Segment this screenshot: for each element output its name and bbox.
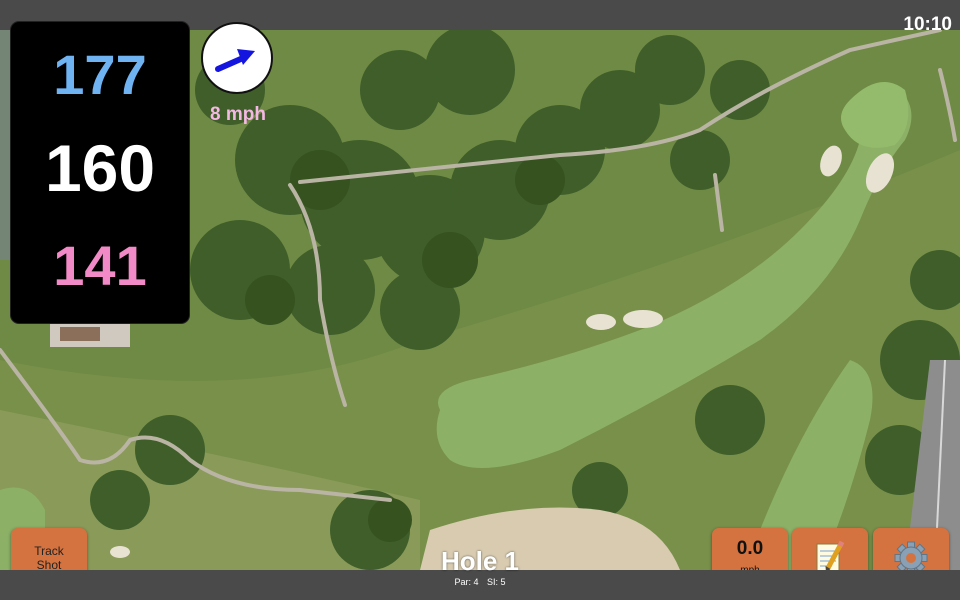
hole-title: Hole 1 xyxy=(440,546,520,576)
wind-direction-dial xyxy=(201,22,273,94)
par-label: Par: 4 xyxy=(454,577,479,587)
wind-speed-label: 8 mph xyxy=(210,104,266,125)
hole-info: Par: 4 SI: 5 xyxy=(380,577,580,587)
stroke-index-label: SI: 5 xyxy=(487,577,506,587)
yardage-panel: 177 160 141 xyxy=(11,22,189,323)
status-clock: 10:10 xyxy=(903,14,952,35)
wind-direction-arrow-icon xyxy=(215,49,255,72)
front-distance: 141 xyxy=(53,234,147,297)
speed-value: 0.0 xyxy=(736,538,764,559)
track-shot-label-line1: Track xyxy=(34,544,64,558)
back-distance: 177 xyxy=(53,43,147,106)
center-distance: 160 xyxy=(44,131,156,205)
